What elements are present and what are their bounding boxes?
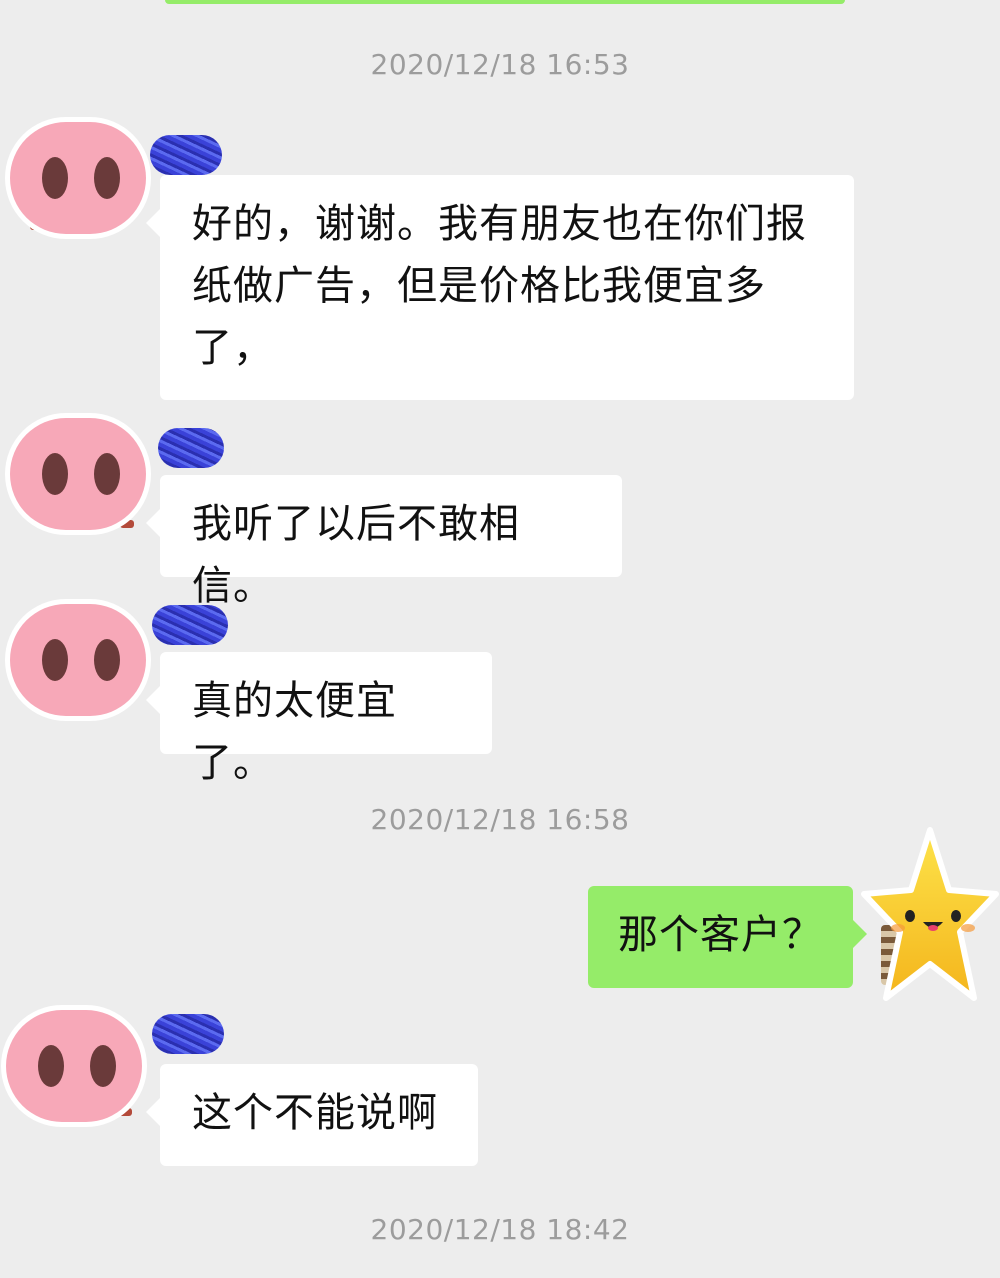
message-line: 了， [192, 325, 274, 371]
message-line: 这个不能说啊 [192, 1090, 438, 1136]
previous-outgoing-bubble-edge [165, 0, 845, 4]
redacted-contact-name [158, 428, 224, 468]
timestamp: 2020/12/18 16:53 [370, 48, 630, 81]
message-line: 我听了以后不敢相信。 [192, 501, 520, 609]
timestamp: 2020/12/18 16:58 [370, 803, 630, 836]
pig-nose-icon [42, 639, 68, 681]
pig-nostril [94, 453, 120, 495]
contact-avatar[interactable] [10, 122, 146, 234]
message-bubble[interactable]: 真的太便宜了。 [146, 652, 492, 786]
message-line: 纸做广告，但是价格比我便宜多 [192, 263, 766, 309]
pig-nose-icon [42, 453, 68, 495]
timestamp: 2020/12/18 18:42 [370, 1213, 630, 1246]
message-line: 那个客户？ [618, 912, 823, 958]
star-face-icon[interactable] [860, 822, 1000, 1012]
message-bubble[interactable]: 我听了以后不敢相信。 [146, 475, 622, 609]
redacted-contact-name [152, 1014, 224, 1054]
pig-nostril [94, 157, 120, 199]
redacted-contact-name [152, 605, 228, 645]
contact-avatar[interactable] [10, 418, 146, 530]
pig-nostril [94, 639, 120, 681]
redacted-contact-name [150, 135, 222, 175]
message-line: 真的太便宜了。 [192, 678, 397, 786]
contact-avatar[interactable] [6, 1010, 142, 1122]
contact-avatar[interactable] [10, 604, 146, 716]
avatar-shadow [120, 520, 134, 528]
message-line: 好的，谢谢。我有朋友也在你们报 [192, 201, 807, 247]
pig-nostril [90, 1045, 116, 1087]
pig-nose-icon [38, 1045, 64, 1087]
message-bubble[interactable]: 好的，谢谢。我有朋友也在你们报 纸做广告，但是价格比我便宜多 了， [146, 175, 854, 400]
message-bubble[interactable]: 这个不能说啊 [146, 1064, 478, 1166]
message-bubble-outgoing[interactable]: 那个客户？ [588, 886, 867, 988]
pig-nose-icon [42, 157, 68, 199]
